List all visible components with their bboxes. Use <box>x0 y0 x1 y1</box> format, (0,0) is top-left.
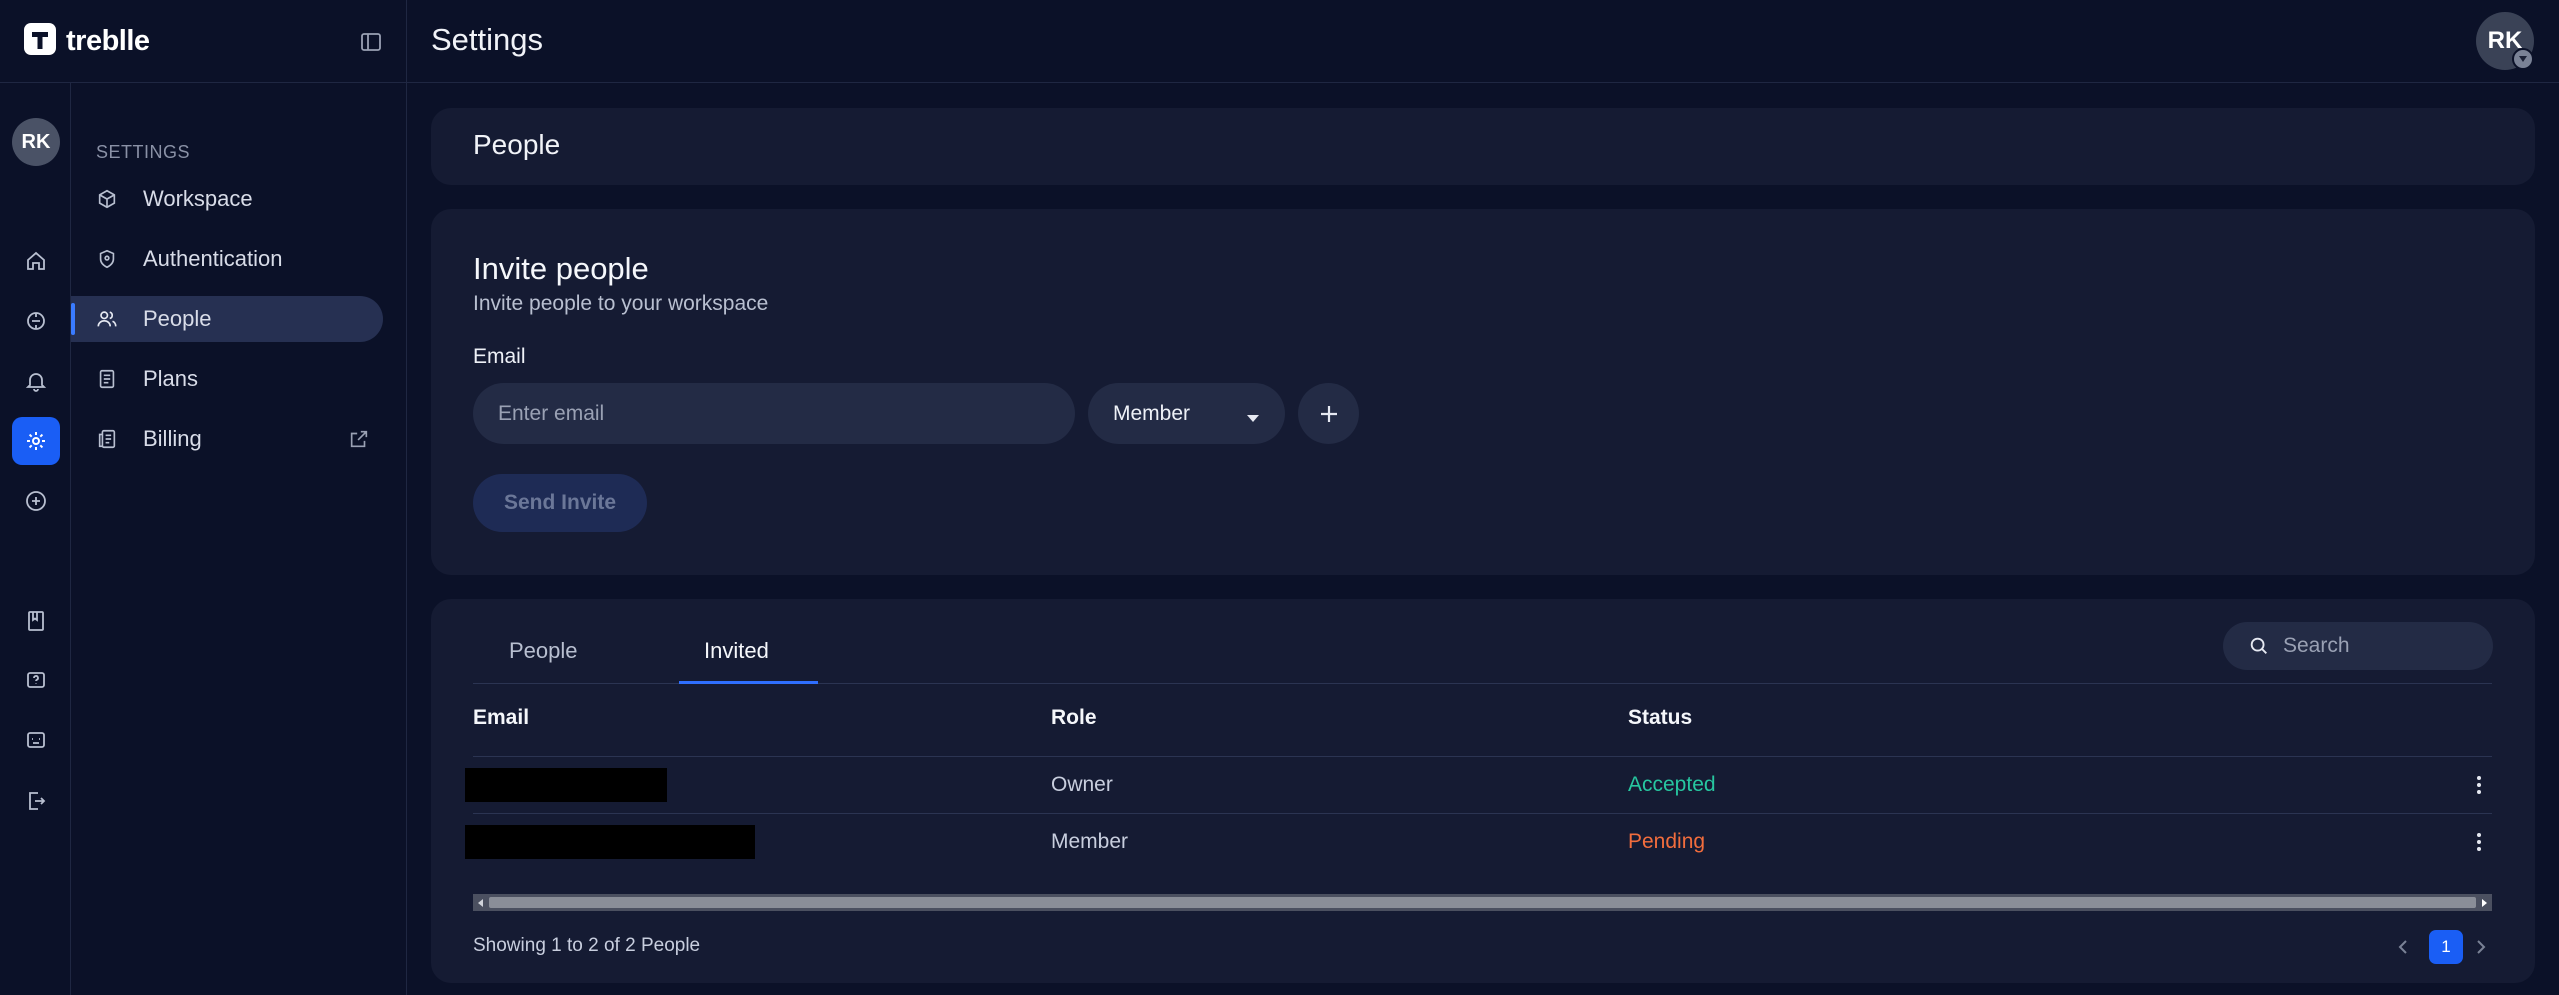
sidebar-item-label: Authentication <box>143 246 283 271</box>
invoice-icon <box>95 427 119 451</box>
sidebar-item-label: Plans <box>143 366 199 391</box>
help-icon <box>27 672 45 688</box>
search-placeholder: Search <box>2283 634 2350 657</box>
settings-sidebar: SETTINGS Workspace Authentication People… <box>71 83 407 995</box>
email-label: Email <box>473 345 526 368</box>
more-vertical-icon <box>2477 833 2481 851</box>
gear-icon <box>27 432 45 450</box>
topbar-divider <box>406 0 407 83</box>
sidebar-item-workspace[interactable]: Workspace <box>71 176 383 222</box>
sidebar-heading: SETTINGS <box>96 142 191 162</box>
sidebar-toggle-icon <box>361 33 381 51</box>
chat-icon <box>27 732 45 748</box>
sidebar-item-label: Billing <box>143 426 202 451</box>
row-actions-button[interactable] <box>2467 830 2491 854</box>
status-cell: Accepted <box>1628 773 1716 796</box>
email-input[interactable] <box>473 383 1075 444</box>
feedback-button[interactable] <box>12 717 60 765</box>
tab-invited[interactable]: Invited <box>704 638 769 664</box>
page-number-button[interactable]: 1 <box>2429 930 2463 964</box>
previous-page-button[interactable] <box>2393 929 2413 970</box>
treblle-logo-icon <box>22 21 58 62</box>
shield-icon <box>95 247 119 271</box>
external-link-icon <box>348 428 370 455</box>
scroll-left-icon[interactable] <box>473 894 489 911</box>
column-header-role[interactable]: Role <box>1051 706 1097 730</box>
page-title: Settings <box>431 22 544 57</box>
book-icon <box>28 611 44 631</box>
home-button[interactable] <box>12 237 60 285</box>
more-vertical-icon <box>2477 776 2481 794</box>
column-header-status[interactable]: Status <box>1628 706 1692 730</box>
search-input[interactable]: Search <box>2223 622 2493 670</box>
document-icon <box>95 367 119 391</box>
column-header-email[interactable]: Email <box>473 706 529 730</box>
home-icon <box>27 251 45 270</box>
docs-button[interactable] <box>12 597 60 645</box>
plus-icon <box>1320 405 1337 422</box>
invite-card: Invite people Invite people to your work… <box>431 209 2535 575</box>
api-button[interactable] <box>12 297 60 345</box>
section-title: People <box>473 129 561 160</box>
top-bar: treblle Settings RK <box>0 0 2559 83</box>
chevron-right-icon <box>2477 940 2486 954</box>
horizontal-scrollbar[interactable] <box>473 894 2492 911</box>
redacted-email <box>465 768 667 802</box>
next-page-button[interactable] <box>2471 929 2491 970</box>
table-row: Member Pending <box>465 813 2492 870</box>
sidebar-item-label: Workspace <box>143 186 253 211</box>
invite-subtitle: Invite people to your workspace <box>473 292 769 315</box>
redacted-email <box>465 825 755 859</box>
row-actions-button[interactable] <box>2467 773 2491 797</box>
active-tab-indicator <box>679 681 818 684</box>
chevron-left-icon <box>2398 940 2407 954</box>
sidebar-item-billing[interactable]: Billing <box>71 416 383 462</box>
collapse-sidebar-button[interactable] <box>356 27 386 57</box>
cube-icon <box>95 187 119 211</box>
table-row: Owner Accepted <box>465 756 2492 813</box>
tab-people[interactable]: People <box>509 638 578 664</box>
sidebar-item-people[interactable]: People <box>71 296 383 342</box>
search-icon <box>2248 635 2270 662</box>
tab-bar: People Invited <box>473 599 2492 684</box>
active-marker <box>71 303 75 335</box>
settings-button[interactable] <box>12 417 60 465</box>
sidebar-item-label: People <box>143 306 212 331</box>
chevron-down-icon <box>1246 410 1260 428</box>
role-cell: Member <box>1051 830 1129 853</box>
pagination-summary: Showing 1 to 2 of 2 People <box>473 935 701 956</box>
logo-text: treblle <box>66 24 150 57</box>
people-header-card: People <box>431 108 2535 185</box>
add-email-button[interactable] <box>1298 383 1359 444</box>
role-cell: Owner <box>1051 773 1113 796</box>
invite-title: Invite people <box>473 251 649 286</box>
sidebar-item-plans[interactable]: Plans <box>71 356 383 402</box>
plus-circle-icon <box>26 491 46 511</box>
icon-rail: RK <box>0 83 71 995</box>
avatar-dropdown-icon[interactable] <box>2512 48 2534 70</box>
users-icon <box>95 307 119 331</box>
logo[interactable]: treblle <box>22 20 150 62</box>
add-workspace-button[interactable] <box>12 477 60 525</box>
role-select-value: Member <box>1113 401 1191 425</box>
sidebar-item-authentication[interactable]: Authentication <box>71 236 383 282</box>
scroll-right-icon[interactable] <box>2476 894 2492 911</box>
role-select[interactable]: Member <box>1088 383 1285 444</box>
workspace-avatar[interactable]: RK <box>12 118 60 166</box>
scrollbar-thumb[interactable] <box>489 897 2476 908</box>
notifications-button[interactable] <box>12 357 60 405</box>
api-icon <box>27 312 45 330</box>
status-cell: Pending <box>1628 830 1706 853</box>
logout-button[interactable] <box>12 777 60 825</box>
logout-icon <box>29 792 46 810</box>
bell-icon <box>25 373 47 392</box>
help-button[interactable] <box>12 657 60 705</box>
members-table-card: People Invited Search Email Role Status … <box>431 599 2535 983</box>
send-invite-button[interactable]: Send Invite <box>473 474 647 532</box>
